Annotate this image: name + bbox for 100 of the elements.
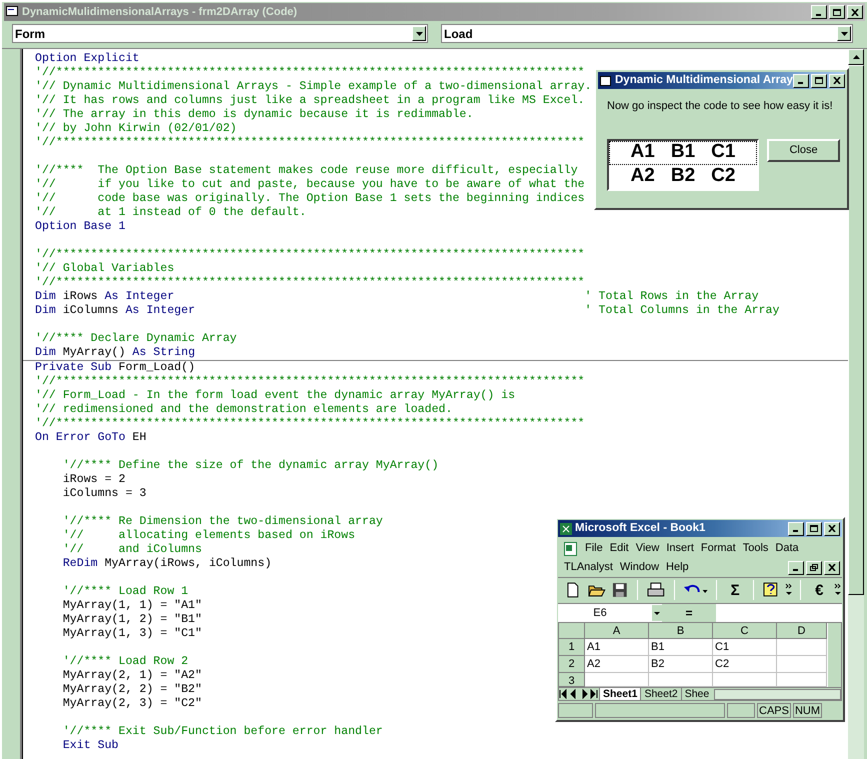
grid-cell-text: C1 [711,140,736,164]
code-line: '//**** Load Row 2 [62,655,188,669]
row-header[interactable]: 3 [559,673,585,688]
sheet-vertical-scrollbar[interactable] [828,623,841,688]
column-header[interactable]: A [585,623,649,640]
dropdown-arrow-icon [840,32,848,36]
code-line: Option Explicit [35,52,140,66]
sheet-cell[interactable]: B1 [649,639,713,656]
close-icon [851,8,859,16]
code-line: '// Global Variables [35,262,174,276]
sheet-cell[interactable]: A1 [585,639,649,656]
code-line: Dim iColumns As Integer ' Total Columns in the Array [35,304,780,318]
code-line: iColumns = 3 [62,487,146,501]
dropdown-arrow-icon [416,32,422,36]
code-line: '//**************************************************************************** [35,375,585,389]
code-line: Exit Sub [62,739,118,753]
column-header[interactable]: D [777,623,827,640]
maximize-icon [833,8,841,16]
menu-item[interactable]: Window [620,559,660,576]
maximize-button[interactable] [829,5,845,19]
sheet-tab[interactable]: Sheet1 [599,688,640,700]
scroll-up-arrow-icon[interactable] [852,55,860,59]
printer-icon[interactable] [646,581,666,600]
procedure-dropdown[interactable]: Load [441,24,853,43]
close-icon [828,564,836,571]
grid-row[interactable]: A1 B1 C1 [609,140,757,164]
chevron-icon[interactable] [784,583,792,598]
form-icon [600,76,611,86]
minimize-button[interactable] [788,522,804,536]
close-button[interactable] [828,74,845,88]
toolbar-button[interactable]: € [809,580,830,600]
code-line: '//**************************************************************************** [35,66,585,80]
menu-item[interactable]: Insert [666,540,694,557]
minimize-button[interactable] [811,5,827,19]
spreadsheet-icon [560,522,572,534]
maximize-icon [810,525,818,532]
menu-item[interactable]: Data [775,540,799,557]
formula-sign: = [684,604,694,622]
grid-cell-text: B1 [670,140,696,164]
horizontal-scrollbar[interactable] [714,688,841,700]
name-box[interactable]: E6 [558,604,662,622]
code-line: '// by John Kirwin (02/01/02) [35,122,237,136]
array-grid[interactable]: A1 B1 C1 A2 B2 C2 [607,138,759,190]
formula-bar[interactable] [716,604,842,622]
chevron-icon[interactable] [834,583,842,598]
code-line: '// code base was originally. The Option Base 1 sets the beginning indices [35,192,585,206]
sheet-navigation-icon[interactable] [559,689,599,700]
code-line: On Error GoTo EH [35,431,146,445]
code-line: ReDim MyArray(iRows, iColumns) [62,557,272,571]
code-line: '//**** Load Row 1 [62,585,188,599]
sheet-cell[interactable]: A2 [585,656,649,674]
menu-item[interactable]: File [585,540,603,557]
workbook-icon[interactable] [564,542,578,556]
grid-cell-text: C2 [711,164,736,188]
column-header[interactable]: B [649,623,713,640]
select-all-corner[interactable] [559,623,585,640]
code-line: '//**** Declare Dynamic Array [35,332,237,346]
code-line: '//**************************************************************************** [35,417,585,431]
status-indicator: NUM [792,703,822,718]
menu-item[interactable]: Format [700,540,736,557]
sheet-cell[interactable]: B2 [649,656,713,674]
row-header[interactable]: 1 [559,639,585,656]
code-line: Option Base 1 [35,220,126,234]
grid-row[interactable]: A2 B2 C2 [609,164,757,188]
code-line: '//**** Exit Sub/Function before error handler [62,725,383,739]
status-indicator: CAPS [757,703,791,718]
status-panel [727,703,755,718]
code-line: '//**************************************************************************** [35,276,585,290]
code-line: '//**** The Option Base statement makes code reuse more difficult, especially [35,164,578,178]
menu-item[interactable]: TLAnalyst [564,559,613,576]
help-icon[interactable] [762,581,780,600]
maximize-button[interactable] [806,522,822,536]
menu-item[interactable]: Help [666,559,689,576]
maximize-icon [814,77,823,84]
close-button[interactable] [824,560,840,574]
code-line: Dim iRows As Integer ' Total Rows in the Array [35,290,759,304]
close-dialog-button[interactable]: Close [767,138,840,162]
minimize-button[interactable] [788,560,804,574]
menu-item[interactable]: View [636,540,660,557]
toolbar-button[interactable]: Σ [725,580,745,600]
close-button[interactable] [824,522,840,536]
code-line: MyArray(2, 2) = "B2" [62,683,202,697]
sheet-cell[interactable]: C2 [713,656,777,674]
code-line: '// It has rows and columns just like a spreadsheet in a program like MS Excel. [35,94,585,108]
maximize-button[interactable] [810,74,827,88]
object-dropdown[interactable]: Form [12,24,428,43]
column-header[interactable]: C [713,623,777,640]
sheet-cell[interactable] [777,639,827,656]
menu-item[interactable]: Tools [742,540,768,557]
minimize-button[interactable] [792,74,809,88]
menu-item[interactable]: Edit [610,540,629,557]
sheet-cell[interactable] [777,656,827,674]
code-line: MyArray(2, 3) = "C2" [62,697,202,711]
code-line: '//**** Re Dimension the two-dimensional array [62,515,383,529]
close-button[interactable] [847,5,863,19]
sheet-cell[interactable]: C1 [713,639,777,656]
restore-button[interactable] [806,560,822,574]
vertical-scrollbar[interactable] [848,49,864,759]
close-icon [828,525,836,532]
row-header[interactable]: 2 [559,656,585,674]
